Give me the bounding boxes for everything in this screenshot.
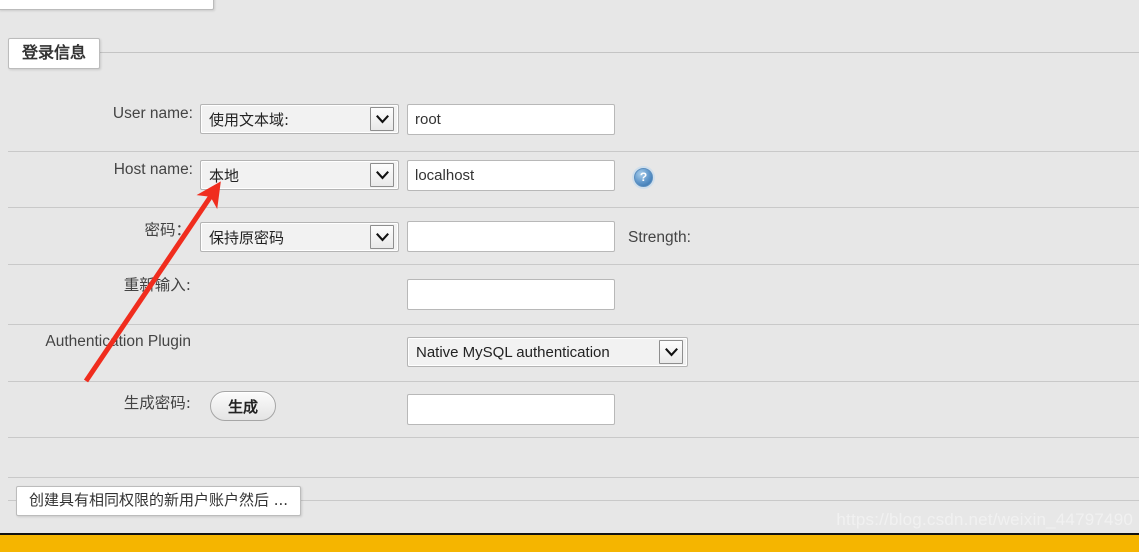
password-input[interactable] xyxy=(407,221,615,252)
watermark-text: https://blog.csdn.net/weixin_44797490 xyxy=(836,510,1133,529)
user-name-select[interactable]: 使用文本域: xyxy=(200,104,399,134)
authentication-plugin-select[interactable]: Native MySQL authentication xyxy=(407,337,688,367)
chevron-down-icon[interactable] xyxy=(659,340,683,364)
reenter-password-input[interactable] xyxy=(407,279,615,310)
user-name-select-value: 使用文本域: xyxy=(209,110,290,129)
password-mode-select[interactable]: 保持原密码 xyxy=(200,222,399,252)
clipped-panel-top xyxy=(0,0,214,10)
login-information-legend: 登录信息 xyxy=(8,38,101,69)
host-name-input[interactable]: localhost xyxy=(407,160,615,191)
form-row-generate-password: 生成密码: 生成 xyxy=(8,382,1139,438)
form-row-host-name: Host name: 本地 localhost ? xyxy=(8,152,1139,208)
user-name-input[interactable]: root xyxy=(407,104,615,135)
password-mode-select-value: 保持原密码 xyxy=(209,228,285,247)
generated-password-input[interactable] xyxy=(407,394,615,425)
create-user-legend: 创建具有相同权限的新用户账户然后 ... xyxy=(16,486,302,516)
host-name-select-value: 本地 xyxy=(209,166,240,185)
help-icon[interactable]: ? xyxy=(634,168,653,187)
chevron-down-icon[interactable] xyxy=(370,107,394,131)
password-label: 密码： xyxy=(144,221,191,239)
host-name-label: Host name: xyxy=(113,161,193,178)
form-row-trailing-rule xyxy=(8,438,1139,478)
chevron-down-icon[interactable] xyxy=(370,225,394,249)
form-row-authentication-plugin: Authentication Plugin Native MySQL authe… xyxy=(8,325,1139,382)
authentication-plugin-select-value: Native MySQL authentication xyxy=(416,343,610,361)
password-strength-label: Strength: xyxy=(628,229,691,246)
login-information-fieldset xyxy=(8,52,1139,53)
form-row-user-name: User name: 使用文本域: root xyxy=(8,95,1139,152)
user-name-input-value: root xyxy=(415,111,441,128)
host-name-input-value: localhost xyxy=(415,167,475,184)
host-name-select[interactable]: 本地 xyxy=(200,160,399,190)
user-name-label: User name: xyxy=(112,105,193,122)
generate-password-label: 生成密码: xyxy=(123,394,191,412)
form-row-password: 密码： 保持原密码 Strength: xyxy=(8,208,1139,265)
reenter-password-label: 重新输入: xyxy=(123,276,191,294)
generate-password-button[interactable]: 生成 xyxy=(210,391,277,421)
authentication-plugin-label: Authentication Plugin xyxy=(45,333,191,350)
chevron-down-icon[interactable] xyxy=(370,163,394,187)
form-row-reenter-password: 重新输入: xyxy=(8,265,1139,325)
footer-bar xyxy=(0,535,1139,552)
